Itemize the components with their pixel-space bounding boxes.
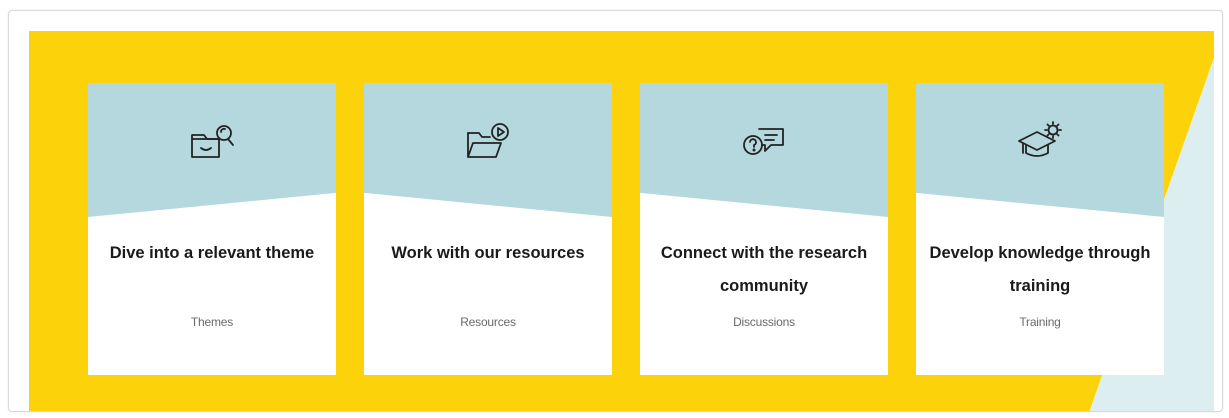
card-title: Work with our resources — [391, 244, 585, 262]
card-title: Dive into a relevant theme — [109, 244, 315, 262]
card-discussions[interactable]: Connect with the research community Disc… — [640, 83, 888, 375]
card-link-resources[interactable]: Resources — [364, 315, 612, 329]
question-chat-icon — [739, 119, 789, 163]
card-resources[interactable]: Work with our resources Resources — [364, 83, 612, 375]
folder-play-icon — [463, 119, 513, 163]
card-link-themes[interactable]: Themes — [88, 315, 336, 329]
card-title: Develop knowledge through training — [929, 244, 1151, 295]
card-training[interactable]: Develop knowledge through training Train… — [916, 83, 1164, 375]
graduation-cap-icon — [1015, 119, 1065, 163]
screenshot-frame: Dive into a relevant theme Themes Work w… — [8, 10, 1223, 412]
folder-search-icon — [187, 119, 237, 163]
feature-band: Dive into a relevant theme Themes Work w… — [29, 31, 1214, 411]
card-link-discussions[interactable]: Discussions — [640, 315, 888, 329]
card-link-training[interactable]: Training — [916, 315, 1164, 329]
card-themes[interactable]: Dive into a relevant theme Themes — [88, 83, 336, 375]
card-title: Connect with the research community — [660, 244, 868, 295]
